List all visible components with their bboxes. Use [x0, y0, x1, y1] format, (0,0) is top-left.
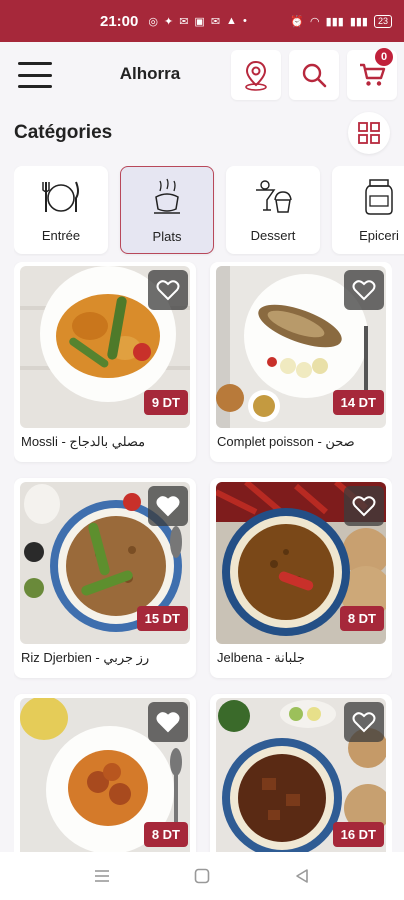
- messenger-icon: ◎: [148, 15, 158, 28]
- product-card[interactable]: 8 DT Jelbena - جلبانة: [210, 478, 392, 678]
- product-card[interactable]: 8 DT: [14, 694, 196, 852]
- product-grid: 9 DT Mossli - مصلي بالدجاج 14 DT Complet…: [14, 262, 392, 852]
- product-card[interactable]: 14 DT Complet poisson - صحن: [210, 262, 392, 462]
- back-button[interactable]: [292, 866, 312, 886]
- heart-icon: [352, 280, 376, 301]
- notification-icons: ◎ ✦ ✉ ▣ ✉ ▲ •: [148, 15, 246, 28]
- favorite-button[interactable]: [344, 486, 384, 526]
- alarm-icon: ⏰: [290, 15, 305, 28]
- product-name: Jelbena - جلبانة: [217, 650, 305, 665]
- home-icon: [194, 868, 210, 884]
- back-icon: [296, 869, 308, 883]
- product-name: Riz Djerbien - رز جربي: [21, 650, 150, 665]
- location-button[interactable]: [231, 50, 281, 100]
- location-pin-icon: [245, 60, 267, 91]
- heart-icon: [156, 280, 180, 301]
- heart-icon: [156, 496, 180, 517]
- favorite-button[interactable]: [344, 702, 384, 742]
- twitter-icon: ✦: [163, 15, 174, 28]
- system-navigation-bar: [0, 852, 404, 900]
- heart-icon: [352, 496, 376, 517]
- home-button[interactable]: [192, 866, 212, 886]
- status-bar: 21:00 ◎ ✦ ✉ ▣ ✉ ▲ • ⏰ ◠ ▮▮▮ ▮▮▮ 23: [0, 0, 404, 42]
- search-button[interactable]: [289, 50, 339, 100]
- category-label: Dessert: [250, 228, 296, 243]
- hamburger-line: [18, 85, 52, 88]
- hamburger-icon: [18, 62, 52, 65]
- price-badge: 8 DT: [143, 822, 188, 847]
- cooking-pot-icon: [154, 178, 180, 214]
- price-badge: 16 DT: [332, 822, 384, 847]
- signal-icon-2: ▮▮▮: [349, 15, 368, 28]
- status-time: 21:00: [100, 12, 139, 30]
- dot-icon: •: [242, 15, 247, 27]
- product-card[interactable]: 15 DT Riz Djerbien - رز جربي: [14, 478, 196, 678]
- app-icon: ▲: [226, 15, 237, 27]
- price-badge: 8 DT: [339, 606, 384, 631]
- favorite-button[interactable]: [148, 486, 188, 526]
- app-title: Alhorra: [119, 64, 181, 83]
- heart-icon: [156, 712, 180, 733]
- category-label: Entrée: [41, 228, 81, 243]
- wifi-icon: ◠: [310, 15, 320, 28]
- category-dessert[interactable]: Dessert: [226, 166, 320, 254]
- price-badge: 15 DT: [136, 606, 188, 631]
- category-plats[interactable]: Plats: [120, 166, 214, 254]
- category-label: Plats: [152, 229, 182, 244]
- search-icon: [302, 63, 327, 88]
- category-list: Entrée Plats Dessert Epiceri: [14, 166, 404, 256]
- product-card[interactable]: 16 DT: [210, 694, 392, 852]
- gmail-icon: ✉: [179, 15, 189, 28]
- signal-icon: ▮▮▮: [325, 15, 344, 28]
- favorite-button[interactable]: [344, 270, 384, 310]
- grid-view-toggle[interactable]: [348, 112, 390, 154]
- cart-count-badge: 0: [375, 48, 393, 66]
- categories-title: Catégories: [14, 122, 113, 143]
- battery-icon: 23: [373, 14, 392, 28]
- category-entree[interactable]: Entrée: [14, 166, 108, 254]
- price-badge: 14 DT: [332, 390, 384, 415]
- product-name: Mossli - مصلي بالدجاج: [21, 434, 146, 449]
- product-name: Complet poisson - صحن: [217, 434, 355, 449]
- recent-apps-icon: [95, 870, 109, 882]
- calendar-icon: ▣: [194, 15, 205, 28]
- category-epicerie[interactable]: Epiceri: [332, 166, 404, 254]
- product-card[interactable]: 9 DT Mossli - مصلي بالدجاج: [14, 262, 196, 462]
- category-label: Epiceri: [359, 228, 399, 243]
- recent-apps-button[interactable]: [92, 866, 112, 886]
- grid-icon: [358, 122, 380, 144]
- price-badge: 9 DT: [143, 390, 188, 415]
- app-bar: Alhorra 0: [0, 42, 404, 106]
- favorite-button[interactable]: [148, 270, 188, 310]
- heart-icon: [352, 712, 376, 733]
- cart-button[interactable]: 0: [347, 48, 397, 100]
- favorite-button[interactable]: [148, 702, 188, 742]
- menu-button[interactable]: [18, 62, 52, 88]
- mail-icon: ✉: [210, 15, 221, 28]
- utensils-icon: [42, 181, 79, 212]
- hamburger-line: [18, 73, 52, 77]
- jar-icon: [365, 179, 393, 215]
- dessert-icon: [256, 180, 292, 213]
